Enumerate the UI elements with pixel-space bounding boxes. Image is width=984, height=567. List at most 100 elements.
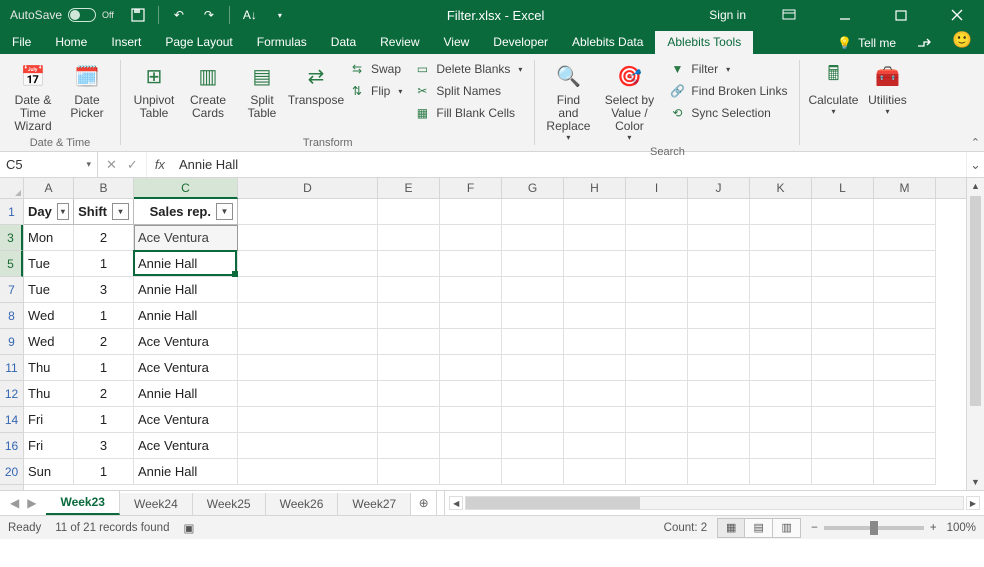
table-header-cell[interactable]: Day▾ [24,199,74,225]
table-header-cell[interactable] [440,199,502,225]
row-header[interactable]: 1 [0,199,23,225]
minimize-icon[interactable] [824,0,866,30]
cell[interactable] [238,381,378,407]
scroll-left-icon[interactable]: ◀ [449,496,463,510]
cell[interactable] [378,251,440,277]
create-cards-button[interactable]: ▥Create Cards [183,58,233,122]
cell[interactable]: Wed [24,303,74,329]
undo-icon[interactable]: ↶ [169,5,189,25]
tab-ablebits-tools[interactable]: Ablebits Tools [655,31,753,54]
cell[interactable] [874,381,936,407]
cell[interactable] [378,381,440,407]
find-replace-button[interactable]: 🔍Find and Replace▾ [543,58,593,144]
sheet-tab-week23[interactable]: Week23 [46,491,119,515]
sheet-tab-week27[interactable]: Week27 [338,493,411,515]
col-header-I[interactable]: I [626,178,688,198]
cell[interactable] [564,459,626,485]
cell[interactable] [238,225,378,251]
cell[interactable] [750,251,812,277]
cells-area[interactable]: Day▾Shift▾Sales rep.▼Mon2Ace VenturaTue1… [24,199,966,485]
scroll-right-icon[interactable]: ▶ [966,496,980,510]
next-sheet-icon[interactable]: ▶ [27,496,36,510]
select-all-corner[interactable] [0,178,23,199]
cell[interactable] [502,381,564,407]
col-header-F[interactable]: F [440,178,502,198]
sort-icon[interactable]: A↓ [240,5,260,25]
cell[interactable]: Tue [24,277,74,303]
cell[interactable] [750,433,812,459]
feedback-smiley-icon[interactable]: 🙂 [942,30,984,54]
cell[interactable] [688,277,750,303]
tab-formulas[interactable]: Formulas [245,31,319,54]
cell[interactable] [440,433,502,459]
table-header-cell[interactable] [502,199,564,225]
cell[interactable] [440,303,502,329]
cell[interactable] [238,459,378,485]
signin-button[interactable]: Sign in [701,8,754,22]
macro-record-icon[interactable]: ▣ [183,521,194,535]
cell[interactable] [688,381,750,407]
cell[interactable]: 1 [74,407,134,433]
scroll-track[interactable] [465,496,964,510]
cell[interactable] [238,329,378,355]
sheet-tab-week25[interactable]: Week25 [193,493,266,515]
cell[interactable] [238,407,378,433]
cell[interactable] [874,277,936,303]
cell[interactable] [812,329,874,355]
filter-button[interactable]: ▼Filter▾ [665,60,791,78]
row-header[interactable]: 5 [0,251,23,277]
cell[interactable] [688,251,750,277]
cell[interactable] [564,407,626,433]
table-header-cell[interactable] [378,199,440,225]
cell[interactable]: 1 [74,251,134,277]
cell[interactable] [688,407,750,433]
row-header[interactable]: 8 [0,303,23,329]
cell[interactable] [626,303,688,329]
unpivot-table-button[interactable]: ⊞Unpivot Table [129,58,179,122]
cell[interactable] [812,277,874,303]
cell[interactable] [812,225,874,251]
cell[interactable] [812,355,874,381]
cell[interactable] [750,355,812,381]
cell[interactable] [564,381,626,407]
cell[interactable]: 2 [74,225,134,251]
cell[interactable] [440,277,502,303]
cell[interactable] [378,225,440,251]
cell[interactable] [874,329,936,355]
cell[interactable]: 3 [74,433,134,459]
zoom-out-icon[interactable]: − [811,522,818,534]
cell[interactable]: Ace Ventura [134,225,238,251]
cell[interactable] [502,433,564,459]
row-header[interactable]: 3 [0,225,23,251]
col-header-C[interactable]: C [134,178,238,199]
filter-dropdown-icon[interactable]: ▾ [112,203,129,220]
col-header-M[interactable]: M [874,178,936,198]
cell[interactable]: Tue [24,251,74,277]
tab-page-layout[interactable]: Page Layout [153,31,244,54]
cell[interactable] [688,433,750,459]
col-header-B[interactable]: B [74,178,134,198]
view-switcher[interactable]: ▦ ▤ ▥ [717,518,801,538]
zoom-in-icon[interactable]: + [930,522,937,534]
scroll-up-icon[interactable]: ▲ [967,178,984,194]
tab-view[interactable]: View [432,31,482,54]
cell[interactable] [626,251,688,277]
cell[interactable] [812,407,874,433]
cell[interactable] [564,355,626,381]
cell[interactable] [626,407,688,433]
utilities-button[interactable]: 🧰Utilities▾ [862,58,912,118]
cell[interactable] [750,381,812,407]
redo-icon[interactable]: ↷ [199,5,219,25]
collapse-ribbon-icon[interactable]: ⌃ [971,136,980,149]
sync-selection-button[interactable]: ⟲Sync Selection [665,104,791,122]
cell[interactable] [874,407,936,433]
sheet-splitter[interactable] [437,491,445,515]
cell[interactable] [502,407,564,433]
tab-developer[interactable]: Developer [481,31,560,54]
cell[interactable]: Annie Hall [134,381,238,407]
cell[interactable] [626,277,688,303]
col-header-H[interactable]: H [564,178,626,198]
cell[interactable]: 3 [74,277,134,303]
row-header[interactable]: 16 [0,433,23,459]
cell[interactable] [812,303,874,329]
